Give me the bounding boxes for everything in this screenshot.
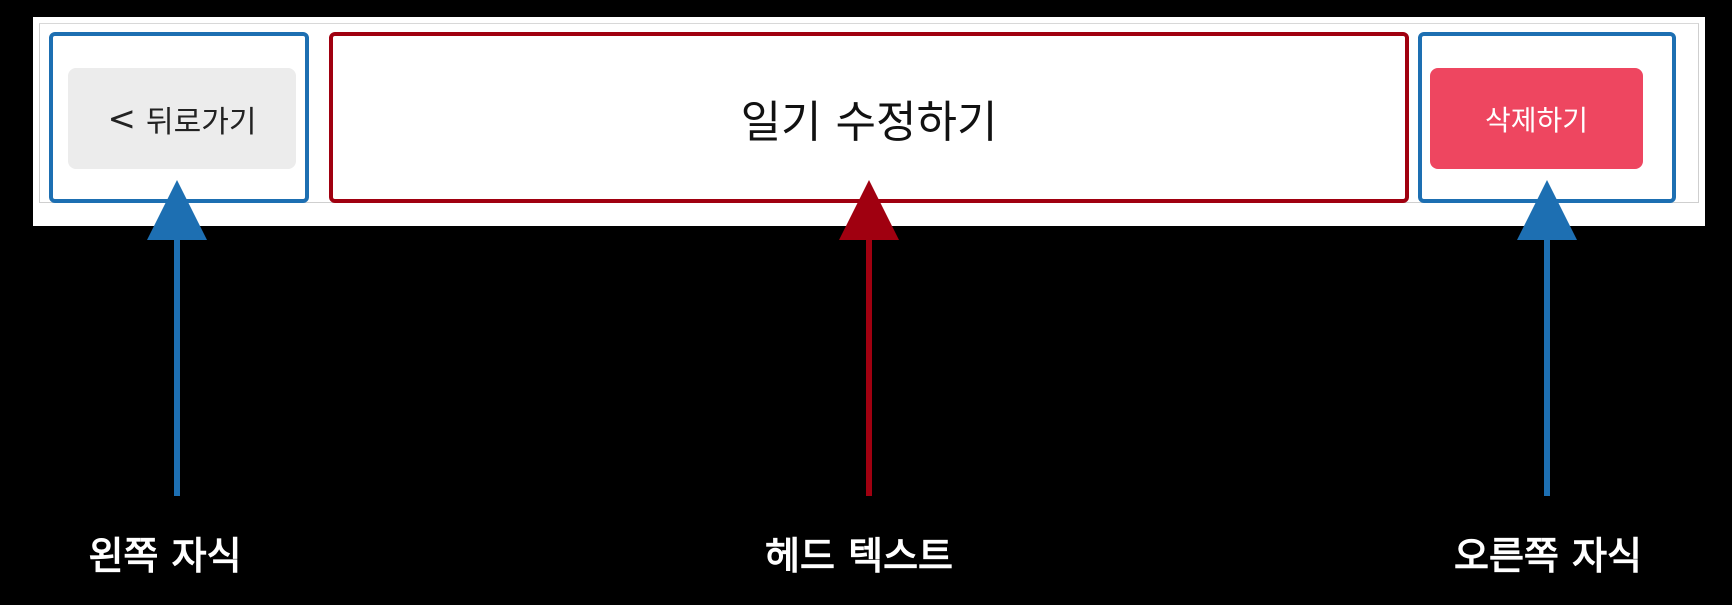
left-child-highlight-box [49,32,309,203]
diagram-canvas: < 뒤로가기 일기 수정하기 삭제하기 왼쪽 자식 헤드 텍스트 오른쪽 자식 [0,0,1732,605]
head-text-caption: 헤드 텍스트 [764,534,954,578]
right-child-caption: 오른쪽 자식 [1453,534,1643,578]
head-text-highlight-box [329,32,1409,203]
right-child-highlight-box [1418,32,1676,203]
left-child-caption: 왼쪽 자식 [88,534,242,578]
